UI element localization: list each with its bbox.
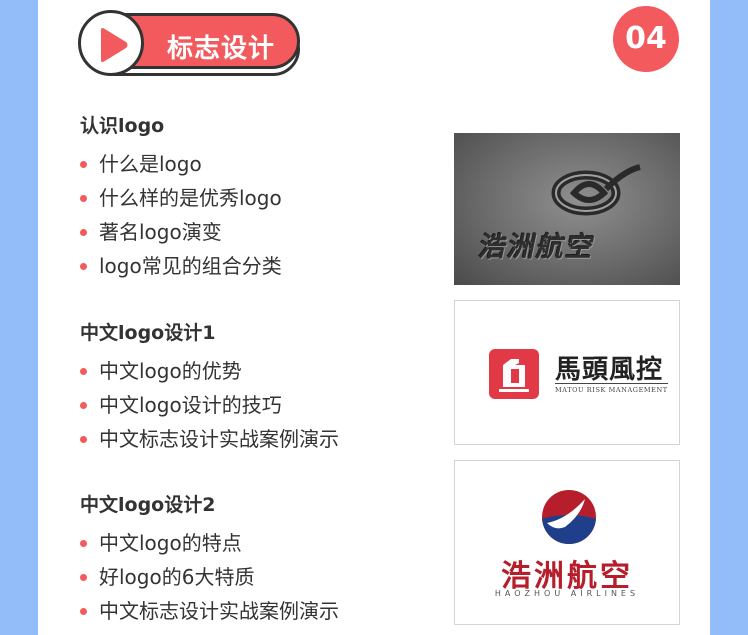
bullet-dot (80, 263, 87, 270)
bullet-dot (80, 195, 87, 202)
matou-logo-image: 馬頭風控 MATOU RISK MANAGEMENT (454, 300, 680, 445)
bullet-dot (80, 161, 87, 168)
list-item: 好logo的6大特质 (80, 560, 339, 594)
airline-swoosh-emblem (551, 164, 641, 216)
topic-list: 中文logo的特点 好logo的6大特质 中文标志设计实战案例演示 (80, 526, 339, 628)
list-item: 中文logo的优势 (80, 354, 339, 388)
list-item: 中文标志设计实战案例演示 (80, 422, 339, 456)
list-item: 著名logo演变 (80, 215, 282, 249)
topic-list: 中文logo的优势 中文logo设计的技巧 中文标志设计实战案例演示 (80, 354, 339, 456)
logo-mockup-image: 浩洲航空 (454, 133, 680, 285)
section-chinese-logo-1: 中文logo设计1 中文logo的优势 中文logo设计的技巧 中文标志设计实战… (80, 318, 339, 456)
section-number-badge: 04 (613, 6, 679, 72)
section-heading: 中文logo设计1 (80, 322, 216, 344)
section-heading: 认识logo (80, 115, 165, 137)
list-item: 什么样的是优秀logo (80, 181, 282, 215)
bullet-dot (80, 574, 87, 581)
list-item: 中文logo的特点 (80, 526, 339, 560)
list-item: 什么是logo (80, 147, 282, 181)
bullet-dot (80, 540, 87, 547)
section-heading: 中文logo设计2 (80, 494, 216, 516)
mockup-logo-text: 浩洲航空 (476, 232, 599, 263)
matou-logo-name: 馬頭風控 (555, 355, 664, 385)
topic-list: 什么是logo 什么样的是优秀logo 著名logo演变 logo常见的组合分类 (80, 147, 282, 283)
section-recognize-logo: 认识logo 什么是logo 什么样的是优秀logo 著名logo演变 logo… (80, 111, 282, 283)
bullet-dot (80, 436, 87, 443)
section-chinese-logo-2: 中文logo设计2 中文logo的特点 好logo的6大特质 中文标志设计实战案… (80, 490, 339, 628)
haozhou-logo-subtitle: HAOZHOU AIRLINES (494, 589, 640, 598)
bullet-dot (80, 608, 87, 615)
play-icon (101, 28, 128, 62)
list-item: logo常见的组合分类 (80, 249, 282, 283)
section-title: 标志设计 (167, 34, 276, 64)
haozhou-airlines-logo-image: 浩洲航空 HAOZHOU AIRLINES (454, 460, 680, 625)
matou-logo-subtitle: MATOU RISK MANAGEMENT (555, 383, 668, 394)
horse-head-logo-icon (489, 349, 539, 399)
section-header: 标志设计 (78, 10, 300, 76)
list-item: 中文logo设计的技巧 (80, 388, 339, 422)
list-item: 中文标志设计实战案例演示 (80, 594, 339, 628)
airline-globe-icon (542, 490, 596, 544)
bullet-dot (80, 229, 87, 236)
bullet-dot (80, 402, 87, 409)
play-button[interactable] (78, 10, 144, 76)
bullet-dot (80, 368, 87, 375)
